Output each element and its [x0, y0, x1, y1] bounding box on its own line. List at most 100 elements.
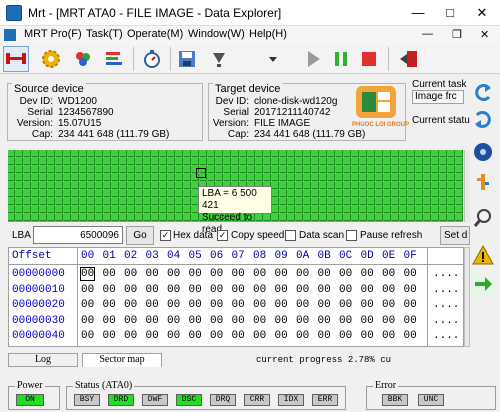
sector-cell[interactable]: [328, 190, 335, 197]
sector-cell[interactable]: [320, 150, 327, 157]
sector-cell[interactable]: [288, 190, 295, 197]
sector-cell[interactable]: [120, 214, 127, 221]
hex-byte[interactable]: 00: [253, 268, 266, 280]
sector-cell[interactable]: [304, 214, 311, 221]
hex-byte[interactable]: 00: [210, 299, 223, 311]
sector-cell[interactable]: [288, 198, 295, 205]
sector-cell[interactable]: [80, 158, 87, 165]
sector-cell[interactable]: [344, 174, 351, 181]
sector-cell[interactable]: [256, 166, 263, 173]
sector-cell[interactable]: [184, 150, 191, 157]
sector-cell[interactable]: [392, 166, 399, 173]
sector-cell[interactable]: [232, 158, 239, 165]
sector-cell[interactable]: [288, 182, 295, 189]
hex-byte[interactable]: 00: [189, 299, 202, 311]
sector-cell[interactable]: [168, 198, 175, 205]
sector-cell[interactable]: [336, 166, 343, 173]
sector-cell[interactable]: [152, 150, 159, 157]
hex-view[interactable]: Offset 00 01 02 03 04 05 06 07 08 09 0A 0B 0C 0D 0E 0F …: [8, 247, 464, 347]
sector-cell[interactable]: [88, 158, 95, 165]
sector-cell[interactable]: [448, 206, 455, 213]
sector-cell[interactable]: [32, 206, 39, 213]
sector-cell[interactable]: [216, 158, 223, 165]
sector-cell[interactable]: [296, 198, 303, 205]
sector-cell[interactable]: [136, 158, 143, 165]
sector-cell[interactable]: [360, 214, 367, 221]
hex-byte[interactable]: 00: [167, 299, 180, 311]
sector-cell[interactable]: [224, 174, 231, 181]
sector-cell[interactable]: [376, 150, 383, 157]
forward-button[interactable]: [471, 272, 495, 298]
hex-byte[interactable]: 00: [124, 268, 137, 280]
sector-cell[interactable]: [176, 174, 183, 181]
sector-cell[interactable]: [328, 198, 335, 205]
usb-button[interactable]: [471, 170, 495, 196]
sector-cell[interactable]: [136, 206, 143, 213]
sector-cell[interactable]: [24, 174, 31, 181]
sector-cell[interactable]: [400, 206, 407, 213]
sector-cell[interactable]: [112, 190, 119, 197]
sector-cell[interactable]: [280, 166, 287, 173]
sector-cell[interactable]: [456, 214, 463, 221]
play-button[interactable]: [300, 46, 326, 72]
sector-cell[interactable]: [104, 166, 111, 173]
sector-cell[interactable]: [112, 158, 119, 165]
sector-cell[interactable]: [272, 182, 279, 189]
sector-cell[interactable]: [320, 206, 327, 213]
hex-byte[interactable]: 00: [146, 330, 159, 342]
sector-cell[interactable]: [72, 182, 79, 189]
sector-cell[interactable]: [312, 150, 319, 157]
hex-byte[interactable]: 00: [253, 284, 266, 296]
sector-cell[interactable]: [176, 206, 183, 213]
hex-byte[interactable]: 00: [382, 268, 395, 280]
hex-byte[interactable]: 00: [103, 315, 116, 327]
recycle-button[interactable]: [70, 46, 96, 72]
hex-byte[interactable]: 00: [210, 330, 223, 342]
menu-help[interactable]: Help(H): [249, 28, 287, 40]
sector-cell[interactable]: [256, 150, 263, 157]
sector-cell[interactable]: [336, 174, 343, 181]
sector-cell[interactable]: [88, 174, 95, 181]
sector-cell[interactable]: [120, 174, 127, 181]
sector-cell[interactable]: [120, 158, 127, 165]
sector-cell[interactable]: [368, 190, 375, 197]
sector-cell[interactable]: [440, 150, 447, 157]
sector-cell[interactable]: [296, 150, 303, 157]
sector-cell[interactable]: [176, 158, 183, 165]
sector-cell[interactable]: [80, 166, 87, 173]
sector-cell[interactable]: [128, 190, 135, 197]
hex-byte[interactable]: 00: [103, 284, 116, 296]
sector-cell[interactable]: [64, 206, 71, 213]
sector-cell[interactable]: [32, 190, 39, 197]
sector-cell[interactable]: [264, 158, 271, 165]
sector-cell[interactable]: [376, 174, 383, 181]
sector-cell[interactable]: [424, 174, 431, 181]
pause-button[interactable]: [328, 46, 354, 72]
sector-cell[interactable]: [392, 214, 399, 221]
sector-cell[interactable]: [440, 174, 447, 181]
sector-cell[interactable]: [408, 214, 415, 221]
sector-cell[interactable]: [336, 158, 343, 165]
sector-cell[interactable]: [152, 182, 159, 189]
sector-cell[interactable]: [112, 206, 119, 213]
sector-cell[interactable]: [120, 182, 127, 189]
sector-cell[interactable]: [232, 166, 239, 173]
sector-cell[interactable]: [104, 158, 111, 165]
sector-cell[interactable]: [344, 150, 351, 157]
sector-cell[interactable]: [168, 158, 175, 165]
sector-cell[interactable]: [296, 190, 303, 197]
sector-cell[interactable]: [440, 166, 447, 173]
sector-cell[interactable]: [8, 150, 15, 157]
sector-cell[interactable]: [320, 166, 327, 173]
menu-task[interactable]: Task(T): [86, 28, 123, 40]
sector-cell[interactable]: [160, 166, 167, 173]
hex-byte[interactable]: 00: [210, 268, 223, 280]
sector-cell[interactable]: [88, 206, 95, 213]
sector-cell[interactable]: [152, 198, 159, 205]
sector-cell[interactable]: [88, 150, 95, 157]
sector-cell[interactable]: [8, 198, 15, 205]
sector-cell[interactable]: [384, 182, 391, 189]
sector-cell[interactable]: [376, 166, 383, 173]
sector-cell[interactable]: [328, 150, 335, 157]
bars-button[interactable]: [101, 46, 127, 72]
